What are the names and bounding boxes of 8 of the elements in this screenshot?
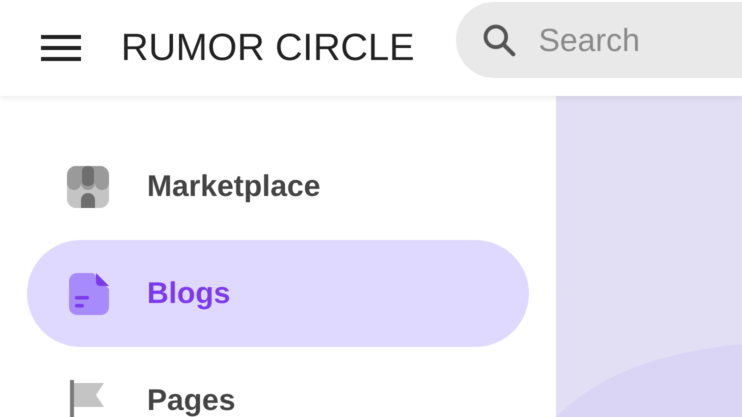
app-title: RUMOR CIRCLE [121, 26, 414, 70]
menu-icon[interactable] [41, 34, 81, 62]
sidebar-item[interactable]: Blogs [27, 240, 529, 347]
store-icon [65, 164, 111, 210]
search-bar[interactable]: Search [456, 2, 742, 78]
sidebar-item[interactable]: Pages [27, 347, 529, 417]
search-field[interactable]: Search [538, 16, 738, 64]
sidebar-item[interactable]: Marketplace [27, 133, 529, 240]
